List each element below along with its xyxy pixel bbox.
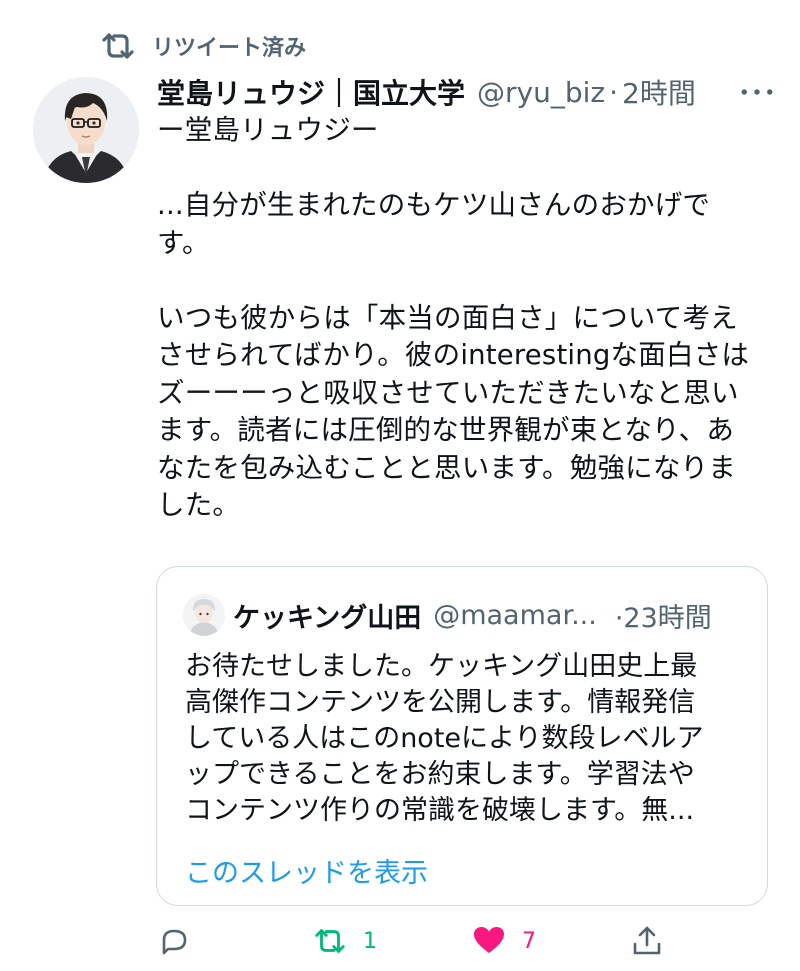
header-separator: · [609,75,618,109]
more-dots-icon [741,89,773,95]
more-button[interactable] [737,74,777,110]
tweet-header: 堂島リュウジ｜国立大学 @ryu_biz · 2時間 [157,70,777,114]
retweet-icon [102,33,134,59]
quoted-author-handle: @maamar... [433,599,597,631]
like-count: 7 [522,928,536,954]
heart-icon [474,927,504,953]
author-name[interactable]: 堂島リュウジ｜国立大学 [157,72,465,112]
tweet-card: リツイート済み 堂島リュウジ｜国立大学 @ryu_biz · 2時間 ー堂島リュ… [0,0,800,971]
avatar[interactable] [33,77,139,183]
share-button[interactable] [630,918,664,964]
tweet-time[interactable]: 2時間 [622,72,696,112]
reply-button[interactable] [157,918,207,964]
retweet-banner[interactable]: リツイート済み [100,28,306,64]
quoted-tweet[interactable]: ケッキング山田 @maamar... ·23時間 お待たせしました。ケッキング山… [156,566,768,906]
retweet-count: 1 [363,928,377,954]
quoted-tweet-header: ケッキング山田 @maamar... ·23時間 [183,593,743,637]
like-button[interactable]: 7 [472,918,536,964]
retweet-icon [315,929,345,953]
avatar-illustration [33,77,139,183]
reply-icon [162,929,187,955]
quoted-avatar-illustration [183,594,225,636]
author-handle[interactable]: @ryu_biz [477,76,605,109]
quoted-tweet-time: ·23時間 [614,602,712,634]
show-thread-link[interactable]: このスレッドを表示 [185,851,428,890]
quoted-author-name: ケッキング山田 [233,602,422,634]
retweet-banner-label: リツイート済み [152,36,307,61]
tweet-text: ー堂島リュウジー ...自分が生まれたのもケツ山さんのおかげで す。 いつも彼か… [157,114,750,521]
retweet-button[interactable]: 1 [313,918,377,964]
quoted-avatar [183,594,225,636]
action-bar: 1 7 [0,918,800,964]
quoted-tweet-text: お待たせしました。ケッキング山田史上最 高傑作コンテンツを公開します。情報発信 … [185,651,704,826]
share-icon [633,926,661,955]
